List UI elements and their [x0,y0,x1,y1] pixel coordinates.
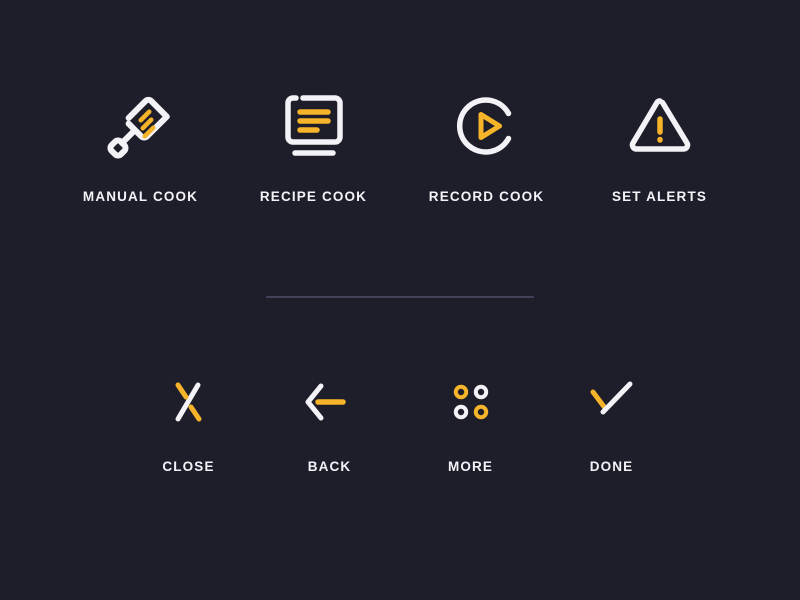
icon-item-set-alerts[interactable]: SET ALERTS [573,86,746,204]
icon-label: MANUAL COOK [82,189,199,204]
icon-label: CLOSE [162,459,215,474]
spatula-icon [103,86,179,166]
recipe-card-icon [281,86,347,166]
checkmark-icon [581,370,643,434]
icon-item-more[interactable]: MORE [400,370,541,474]
primary-icon-row: MANUAL COOK RECIPE COOK RECORD COOK SET … [0,86,800,204]
icon-item-recipe-cook[interactable]: RECIPE COOK [227,86,400,204]
icon-label: BACK [307,459,352,474]
arrow-left-icon [299,370,361,434]
secondary-icon-row: CLOSE BACK MORE DONE [0,370,800,474]
icon-set-canvas: MANUAL COOK RECIPE COOK RECORD COOK SET … [0,0,800,600]
icon-item-record-cook[interactable]: RECORD COOK [400,86,573,204]
icon-item-manual-cook[interactable]: MANUAL COOK [54,86,227,204]
play-circle-icon [451,86,523,166]
icon-item-close[interactable]: CLOSE [118,370,259,474]
icon-item-done[interactable]: DONE [541,370,682,474]
icon-label: RECIPE COOK [259,189,368,204]
four-rings-icon [445,370,497,434]
section-divider [266,296,534,298]
icon-label: SET ALERTS [611,189,707,204]
icon-label: MORE [447,459,494,474]
close-x-icon [160,370,218,434]
icon-item-back[interactable]: BACK [259,370,400,474]
icon-label: DONE [589,459,634,474]
warning-triangle-icon [624,86,696,166]
icon-label: RECORD COOK [428,189,545,204]
